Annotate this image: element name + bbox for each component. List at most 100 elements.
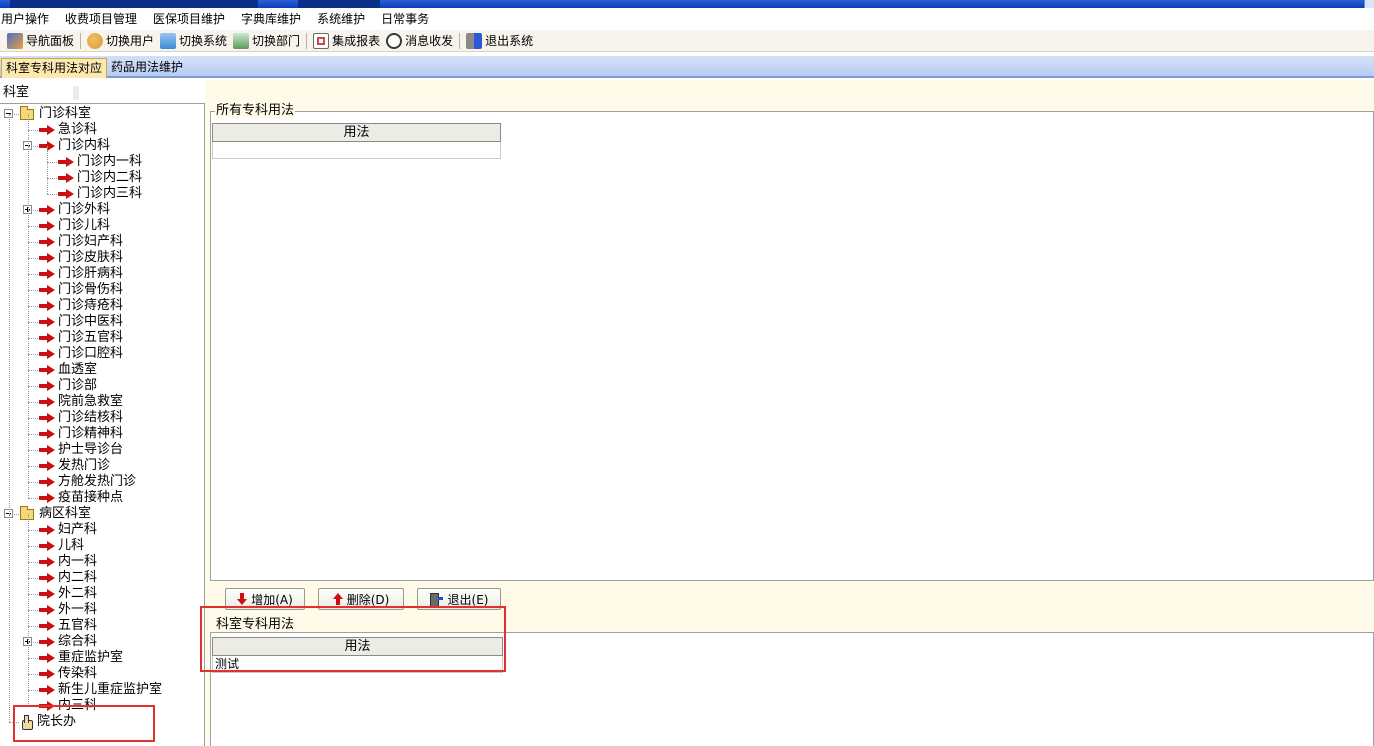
arrow-down-icon (237, 593, 248, 605)
tree-node[interactable]: 门诊儿科 (39, 218, 110, 234)
tree-connector (28, 530, 38, 531)
tree-node[interactable]: 血透室 (39, 362, 97, 378)
switch-department-icon (233, 32, 250, 49)
tree-connector (28, 514, 29, 706)
message-button[interactable]: 消息收发 (383, 31, 456, 51)
tree-node[interactable]: 五官科 (39, 618, 97, 634)
tree-node[interactable]: 护士导诊台 (39, 442, 123, 458)
tree-node-label: 内二科 (58, 570, 98, 585)
tree-node[interactable]: 门诊外科 (39, 202, 110, 218)
tree-connector (47, 178, 57, 179)
tree-node[interactable]: 门诊痔疮科 (39, 298, 123, 314)
tree-node[interactable]: 方舱发热门诊 (39, 474, 136, 490)
tree-node[interactable]: 门诊结核科 (39, 410, 123, 426)
menu-charge-items[interactable]: 收费项目管理 (65, 9, 137, 29)
tab-drug-usage-maintenance[interactable]: 药品用法维护 (107, 58, 187, 78)
tree-node-label: 门诊内一科 (77, 154, 143, 169)
tree-node[interactable]: 传染科 (39, 666, 97, 682)
tree-node[interactable]: 重症监护室 (39, 650, 123, 666)
switch-system-button[interactable]: 切换系统 (157, 31, 230, 51)
switch-department-button[interactable]: 切换部门 (230, 31, 303, 51)
menu-bar: 用户操作 收费项目管理 医保项目维护 字典库维护 系统维护 日常事务 (0, 8, 1374, 30)
exit-button-label: 退出(E) (447, 592, 489, 607)
tree-connector (9, 114, 10, 722)
tree-node[interactable]: 门诊中医科 (39, 314, 123, 330)
tree-node-label: 门诊部 (58, 378, 98, 393)
toolbar-label: 切换用户 (106, 34, 155, 48)
all-usage-group: 用法 (210, 111, 1374, 581)
tree-node[interactable]: 门诊五官科 (39, 330, 123, 346)
dept-usage-title: 科室专科用法 (215, 617, 296, 632)
tree-node[interactable]: 外一科 (39, 602, 97, 618)
dept-usage-column-header[interactable]: 用法 (212, 637, 503, 656)
arrow-right-icon (39, 317, 55, 327)
menu-daily-affairs[interactable]: 日常事务 (381, 9, 429, 29)
tree-node[interactable]: 外二科 (39, 586, 97, 602)
tree-node-label: 门诊肝病科 (58, 266, 124, 281)
tree-node[interactable]: 门诊内三科 (58, 186, 142, 202)
tree-node[interactable]: 妇产科 (39, 522, 97, 538)
menu-system-maintenance[interactable]: 系统维护 (317, 9, 365, 29)
arrow-right-icon (39, 557, 55, 567)
tree-node-label: 门诊五官科 (58, 330, 124, 345)
arrow-right-icon (39, 637, 55, 647)
tree-connector (28, 578, 38, 579)
navigation-panel-button[interactable]: 导航面板 (4, 31, 77, 51)
tree-node[interactable]: 门诊内二科 (58, 170, 142, 186)
tab-dept-specialty-usage[interactable]: 科室专科用法对应 (1, 58, 108, 78)
all-usage-column-header[interactable]: 用法 (212, 123, 501, 142)
arrow-right-icon (58, 157, 74, 167)
tree-node[interactable]: 门诊皮肤科 (39, 250, 123, 266)
window-control-button[interactable] (1364, 0, 1374, 8)
tree-node[interactable]: 内三科 (39, 698, 97, 714)
title-text-block (10, 0, 258, 8)
tree-header-resize-handle[interactable] (73, 86, 79, 100)
tree-node[interactable]: 门诊骨伤科 (39, 282, 123, 298)
tree-node[interactable]: 门诊部 (39, 378, 97, 394)
tree-node[interactable]: 内二科 (39, 570, 97, 586)
tree-node[interactable]: 门诊内科 (39, 138, 110, 154)
tree-node[interactable]: 门诊妇产科 (39, 234, 123, 250)
tree-connector (28, 290, 38, 291)
add-button[interactable]: 增加(A) (225, 588, 305, 610)
tree-node[interactable]: 发热门诊 (39, 458, 110, 474)
table-row[interactable]: 测试 (212, 656, 503, 673)
tree-node[interactable]: 门诊口腔科 (39, 346, 123, 362)
tree-node[interactable]: 儿科 (39, 538, 84, 554)
tree-node-label: 方舱发热门诊 (58, 474, 137, 489)
tree-folder-node[interactable]: 门诊科室 (20, 105, 91, 122)
tree-node[interactable]: 急诊科 (39, 122, 97, 138)
all-usage-title: 所有专科用法 (215, 103, 296, 118)
tree-node[interactable]: 新生儿重症监护室 (39, 682, 162, 698)
toolbar-label: 退出系统 (485, 34, 534, 48)
arrow-right-icon (39, 413, 55, 423)
menu-insurance-items[interactable]: 医保项目维护 (153, 9, 225, 29)
menu-user-operation[interactable]: 用户操作 (1, 9, 49, 29)
navigation-panel-icon (7, 32, 23, 49)
right-panel: 用法 所有专科用法 增加(A) 删除(D) 退出(E) 用法 测试 科室专科用法 (200, 80, 1374, 746)
tree-node[interactable]: 门诊内一科 (58, 154, 142, 170)
tree-node-label: 门诊儿科 (58, 218, 111, 233)
exit-system-button[interactable]: 退出系统 (463, 31, 536, 51)
tree-node[interactable]: 疫苗接种点 (39, 490, 123, 506)
menu-dictionary[interactable]: 字典库维护 (241, 9, 301, 29)
tree-node[interactable]: 门诊精神科 (39, 426, 123, 442)
main-content: 科室 门诊科室 急诊科 门诊内科 门诊内一科 门诊内二科 门诊内三科 门诊外科 门诊儿科 门诊妇… (0, 80, 1374, 746)
tree-folder-node[interactable]: 病区科室 (20, 505, 91, 522)
tree-connector (47, 146, 48, 194)
tree-connector (28, 322, 38, 323)
exit-button[interactable]: 退出(E) (417, 588, 501, 610)
integrated-report-button[interactable]: 集成报表 (310, 31, 383, 51)
toolbar-label: 切换部门 (252, 34, 301, 48)
tree-node[interactable]: 内一科 (39, 554, 97, 570)
tree-connector (28, 642, 38, 643)
switch-user-button[interactable]: 切换用户 (84, 31, 157, 51)
tree-node[interactable]: 院长办 (20, 714, 76, 730)
tree-node[interactable]: 门诊肝病科 (39, 266, 123, 282)
tree-node[interactable]: 院前急救室 (39, 394, 123, 410)
tree-connector (28, 626, 38, 627)
table-row[interactable] (212, 142, 501, 159)
delete-button[interactable]: 删除(D) (318, 588, 404, 610)
tree-node-label: 疫苗接种点 (58, 490, 124, 505)
tree-node[interactable]: 综合科 (39, 634, 97, 650)
